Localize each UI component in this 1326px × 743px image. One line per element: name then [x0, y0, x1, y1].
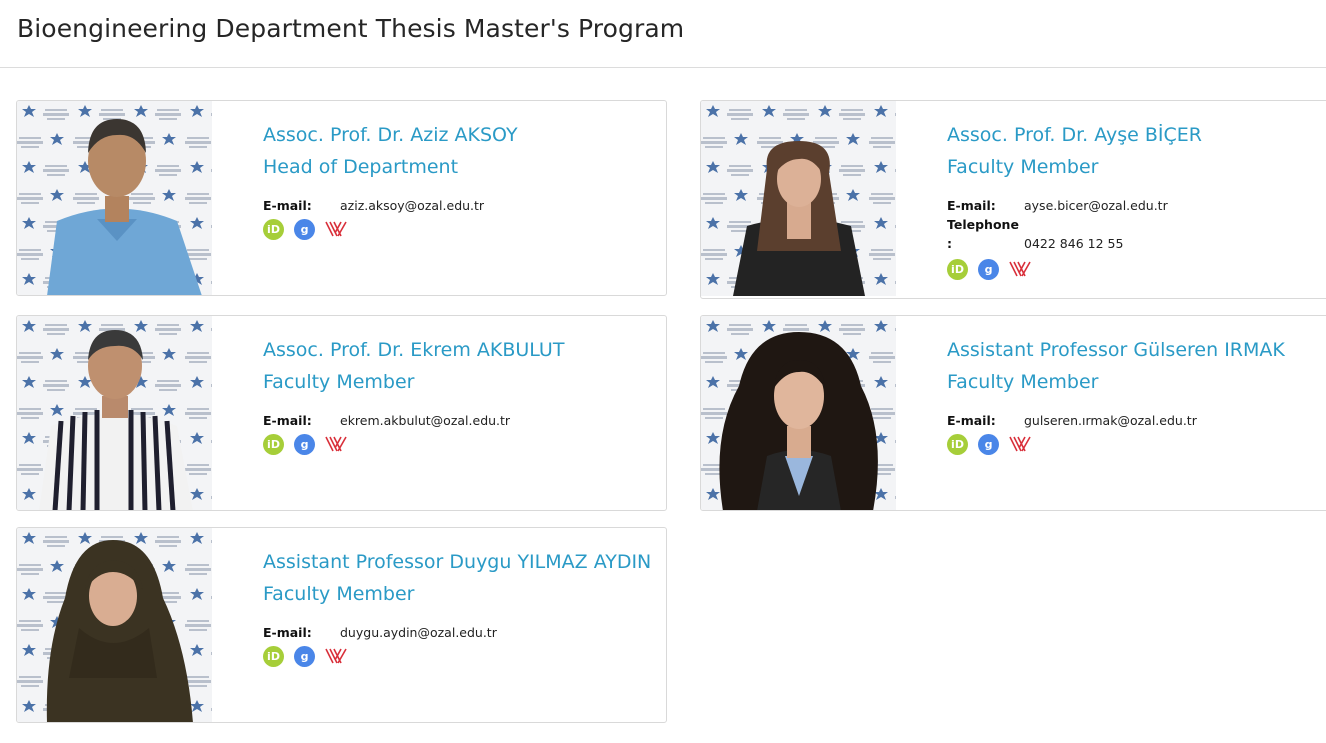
- faculty-role[interactable]: Faculty Member: [263, 578, 658, 610]
- faculty-photo: [701, 316, 896, 510]
- email-label: E-mail:: [947, 413, 996, 428]
- faculty-info: Assoc. Prof. Dr. Aziz AKSOY Head of Depa…: [263, 119, 658, 240]
- faculty-info: Assistant Professor Duygu YILMAZ AYDIN F…: [263, 546, 658, 667]
- faculty-card: Assoc. Prof. Dr. Ayşe BİÇER Faculty Memb…: [700, 100, 1326, 299]
- telephone-value[interactable]: 0422 846 12 55: [1024, 236, 1123, 251]
- google-scholar-icon[interactable]: g: [294, 433, 315, 455]
- telephone-label: Telephone: [947, 217, 1019, 232]
- faculty-role[interactable]: Faculty Member: [947, 151, 1326, 183]
- faculty-role[interactable]: Head of Department: [263, 151, 658, 183]
- faculty-card: Assoc. Prof. Dr. Ekrem AKBULUT Faculty M…: [16, 315, 667, 511]
- page-title: Bioengineering Department Thesis Master'…: [17, 14, 685, 43]
- email-label: E-mail:: [947, 198, 996, 213]
- faculty-role[interactable]: Faculty Member: [947, 366, 1326, 398]
- orcid-icon[interactable]: iD: [263, 218, 284, 240]
- yok-icon[interactable]: [1009, 436, 1031, 452]
- email-value[interactable]: duygu.aydin@ozal.edu.tr: [340, 625, 497, 640]
- google-scholar-icon[interactable]: g: [294, 645, 315, 667]
- faculty-name-link[interactable]: Assoc. Prof. Dr. Ayşe BİÇER: [947, 119, 1326, 151]
- email-row: E-mail: duygu.aydin@ozal.edu.tr: [263, 625, 658, 644]
- email-row: E-mail: ayse.bicer@ozal.edu.tr: [947, 198, 1326, 217]
- profile-links: iD g: [263, 433, 658, 455]
- faculty-card: Assistant Professor Duygu YILMAZ AYDIN F…: [16, 527, 667, 723]
- email-row: E-mail: ekrem.akbulut@ozal.edu.tr: [263, 413, 658, 432]
- faculty-role[interactable]: Faculty Member: [263, 366, 658, 398]
- google-scholar-icon[interactable]: g: [978, 433, 999, 455]
- email-value[interactable]: gulseren.ırmak@ozal.edu.tr: [1024, 413, 1197, 428]
- faculty-name-link[interactable]: Assistant Professor Duygu YILMAZ AYDIN: [263, 546, 658, 578]
- faculty-name-link[interactable]: Assoc. Prof. Dr. Ekrem AKBULUT: [263, 334, 658, 366]
- orcid-icon[interactable]: iD: [947, 433, 968, 455]
- faculty-card: Assoc. Prof. Dr. Aziz AKSOY Head of Depa…: [16, 100, 667, 296]
- email-value[interactable]: ayse.bicer@ozal.edu.tr: [1024, 198, 1168, 213]
- orcid-icon[interactable]: iD: [263, 645, 284, 667]
- profile-links: iD g: [947, 433, 1326, 455]
- profile-links: iD g: [263, 218, 658, 240]
- email-value[interactable]: ekrem.akbulut@ozal.edu.tr: [340, 413, 510, 428]
- profile-links: iD g: [263, 645, 658, 667]
- yok-icon[interactable]: [1009, 261, 1031, 277]
- faculty-photo: [701, 101, 896, 298]
- google-scholar-icon[interactable]: g: [294, 218, 315, 240]
- faculty-info: Assoc. Prof. Dr. Ekrem AKBULUT Faculty M…: [263, 334, 658, 455]
- google-scholar-icon[interactable]: g: [978, 258, 999, 280]
- email-label: E-mail:: [263, 413, 312, 428]
- telephone-colon: :: [947, 236, 952, 251]
- email-label: E-mail:: [263, 625, 312, 640]
- page-header: Bioengineering Department Thesis Master'…: [0, 0, 1326, 68]
- email-row: E-mail: aziz.aksoy@ozal.edu.tr: [263, 198, 658, 217]
- email-value[interactable]: aziz.aksoy@ozal.edu.tr: [340, 198, 484, 213]
- profile-links: iD g: [947, 258, 1326, 280]
- email-label: E-mail:: [263, 198, 312, 213]
- faculty-photo: [17, 101, 212, 295]
- yok-icon[interactable]: [325, 648, 347, 664]
- faculty-card: Assistant Professor Gülseren IRMAK Facul…: [700, 315, 1326, 511]
- faculty-name-link[interactable]: Assistant Professor Gülseren IRMAK: [947, 334, 1326, 366]
- telephone-row: Telephone : 0422 846 12 55: [947, 217, 1326, 257]
- faculty-photo: [17, 528, 212, 722]
- yok-icon[interactable]: [325, 436, 347, 452]
- email-row: E-mail: gulseren.ırmak@ozal.edu.tr: [947, 413, 1326, 432]
- orcid-icon[interactable]: iD: [947, 258, 968, 280]
- orcid-icon[interactable]: iD: [263, 433, 284, 455]
- faculty-photo: [17, 316, 212, 510]
- faculty-info: Assoc. Prof. Dr. Ayşe BİÇER Faculty Memb…: [947, 119, 1326, 280]
- faculty-name-link[interactable]: Assoc. Prof. Dr. Aziz AKSOY: [263, 119, 658, 151]
- faculty-info: Assistant Professor Gülseren IRMAK Facul…: [947, 334, 1326, 455]
- yok-icon[interactable]: [325, 221, 347, 237]
